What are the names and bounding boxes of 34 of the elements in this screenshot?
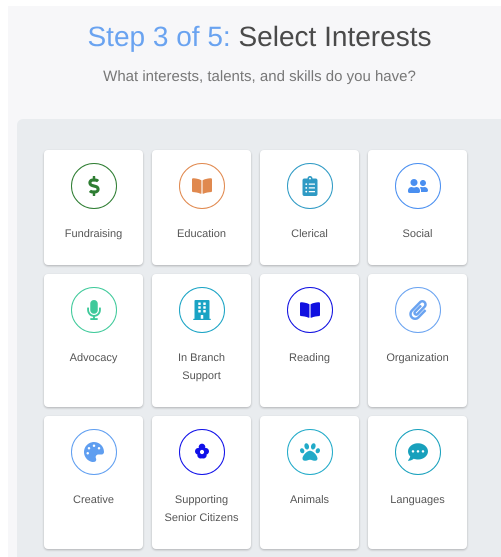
interest-card[interactable]: Fundraising: [44, 150, 143, 264]
interest-label: Languages: [390, 492, 445, 508]
interest-card[interactable]: Supporting Senior Citizens: [152, 416, 251, 548]
interest-label: Reading: [289, 350, 330, 366]
interest-card[interactable]: Clerical: [260, 150, 359, 264]
building-icon: [192, 300, 212, 320]
interest-label: Education: [177, 226, 226, 242]
book-icon: [300, 300, 320, 320]
interest-card[interactable]: Languages: [368, 416, 467, 548]
palette-icon: [84, 442, 104, 462]
interest-card[interactable]: Advocacy: [44, 274, 143, 406]
speech-bubble-icon: [408, 442, 428, 462]
interest-card[interactable]: Education: [152, 150, 251, 264]
interest-card[interactable]: Animals: [260, 416, 359, 548]
page-title: Step 3 of 5: Select Interests: [88, 20, 432, 54]
interest-label: Creative: [73, 492, 114, 508]
interest-card[interactable]: Reading: [260, 274, 359, 406]
interest-label: Fundraising: [64, 226, 122, 242]
paw-icon: [300, 442, 320, 462]
interest-card[interactable]: Social: [368, 150, 467, 264]
interest-label: In Branch Support: [176, 350, 226, 384]
interest-label: Organization: [386, 350, 449, 366]
interest-card[interactable]: Creative: [44, 416, 143, 548]
interest-card[interactable]: Organization: [368, 274, 467, 406]
subtitle: What interests, talents, and skills do you have?: [103, 67, 416, 87]
interest-label: Clerical: [291, 226, 328, 242]
paperclip-icon: [408, 300, 428, 320]
book-icon: [192, 176, 212, 196]
interest-label: Supporting Senior Citizens: [164, 492, 240, 526]
interest-label: Animals: [290, 492, 330, 508]
interest-card[interactable]: In Branch Support: [152, 274, 251, 406]
clipboard-icon: [300, 176, 320, 196]
interest-label: Advocacy: [70, 350, 118, 366]
interest-label: Social: [402, 226, 432, 242]
